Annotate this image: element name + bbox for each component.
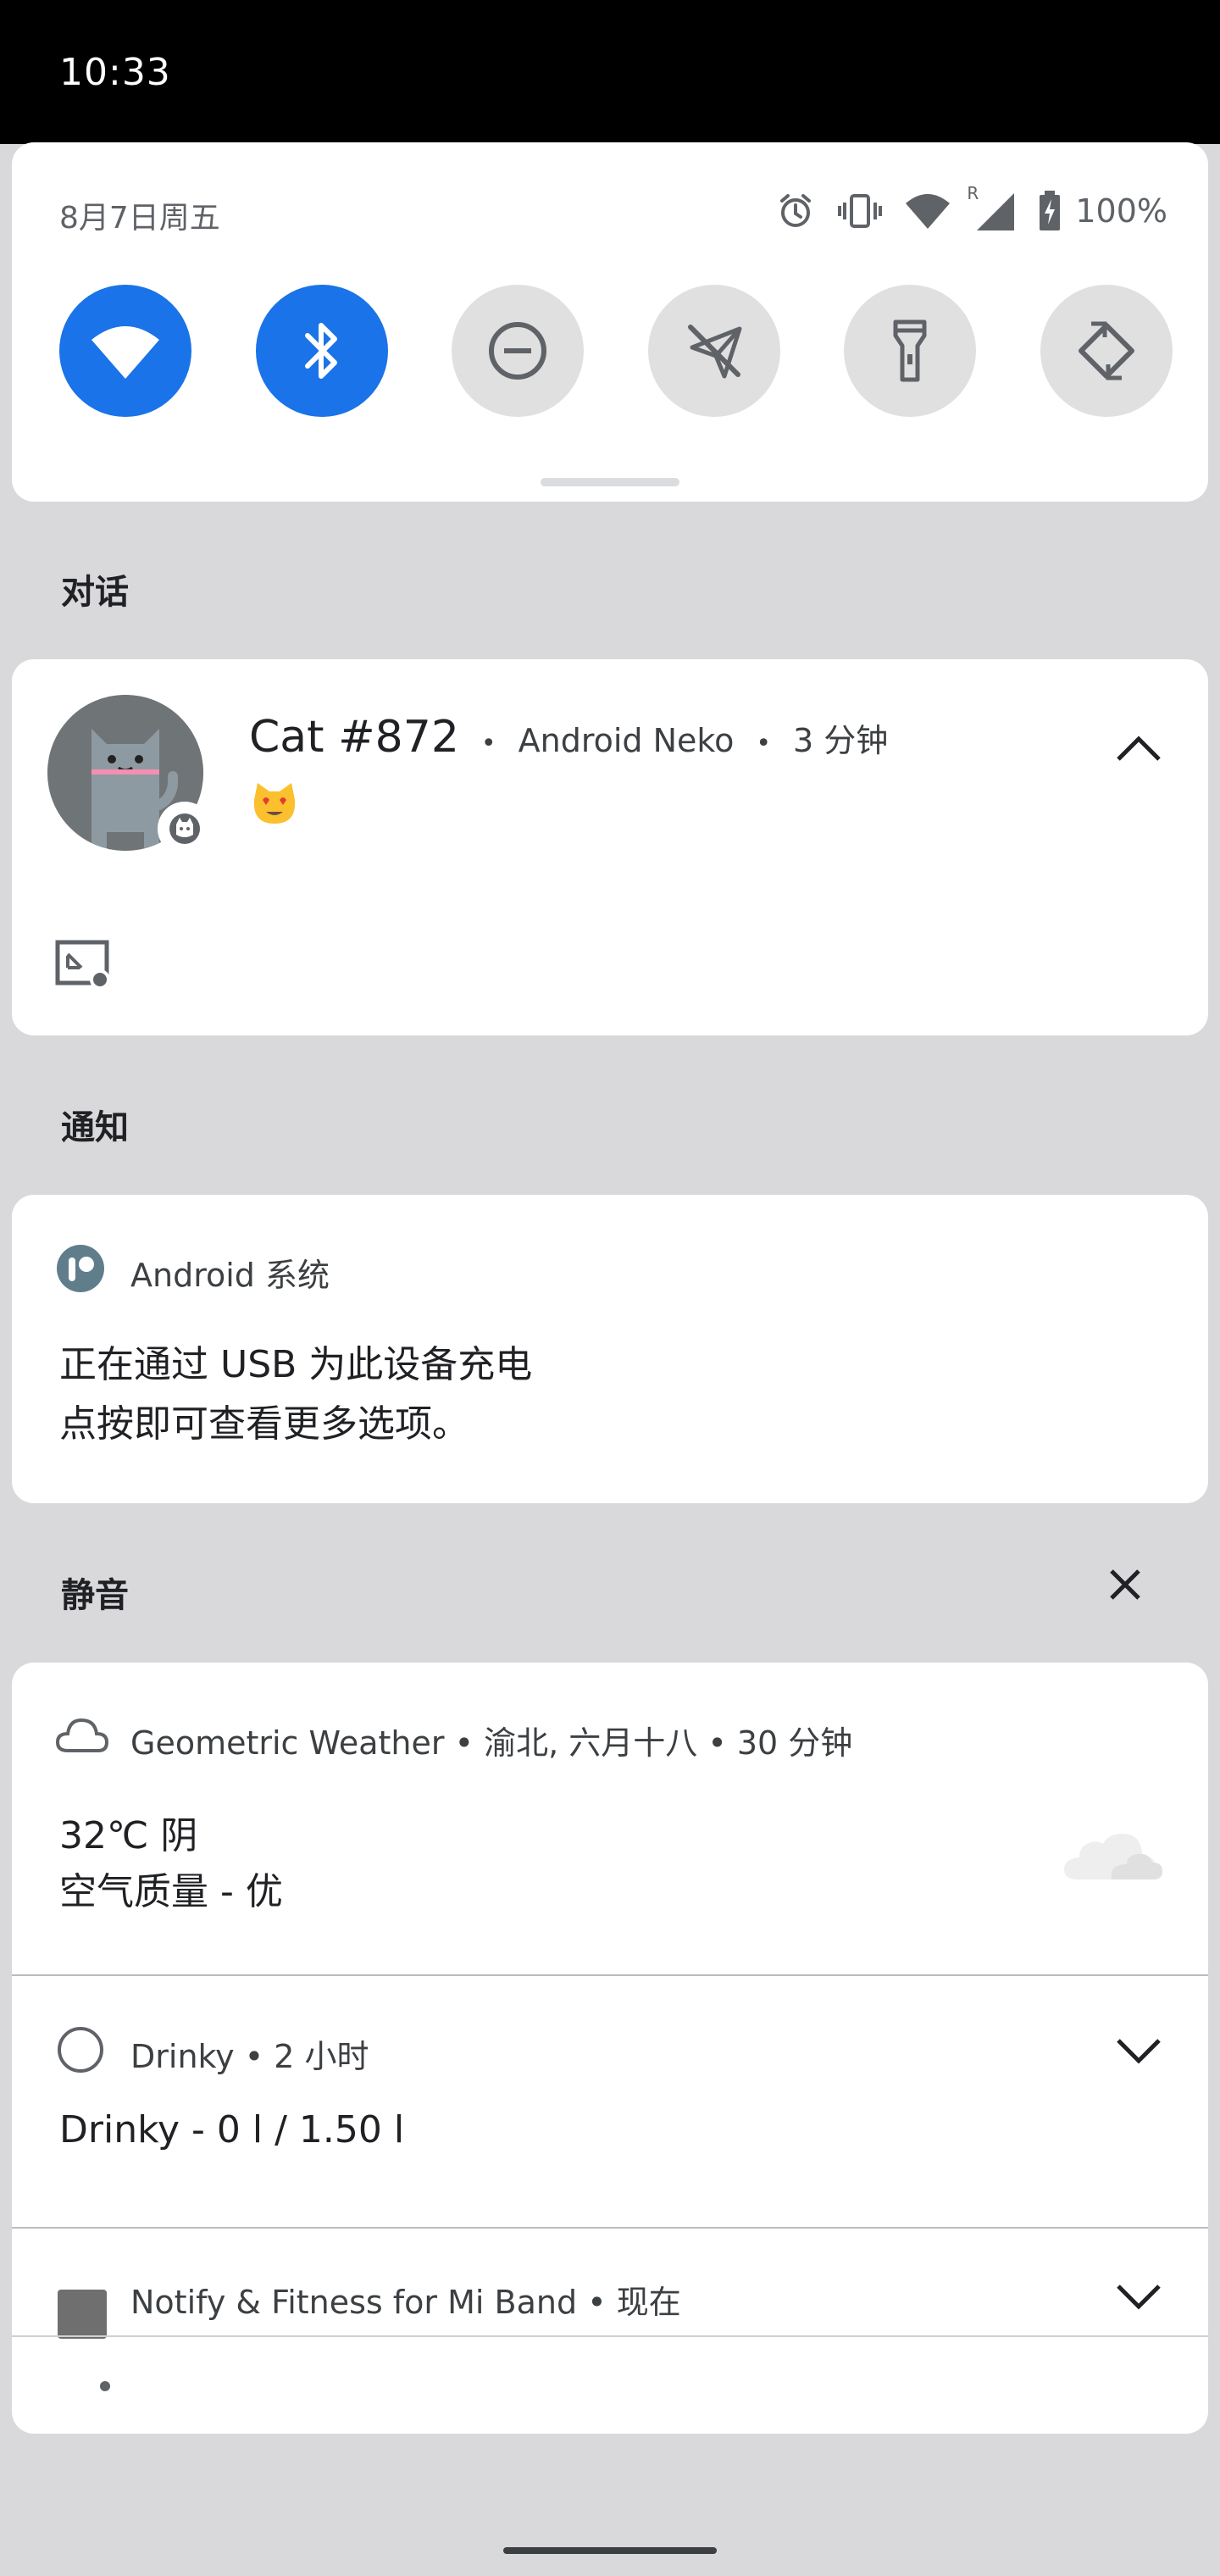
drinky-circle-icon [58,2027,103,2073]
cell-signal-icon: R [967,183,1016,232]
flashlight-tile[interactable] [844,285,977,417]
do-not-disturb-icon [489,322,547,380]
bluetooth-tile[interactable] [255,285,388,417]
drinky-notification[interactable]: Drinky • 2 小时 Drinky - 0 l / 1.50 l [12,1976,1208,2227]
app-badge [158,802,212,856]
bluetooth-icon [304,323,337,379]
cloud-icon [56,1718,108,1752]
system-notification-app: Android 系统 [130,1257,330,1294]
divider [12,2335,1208,2337]
open-bubble-icon[interactable] [54,939,114,990]
system-notification-title: 正在通过 USB 为此设备充电 [59,1343,533,1386]
status-time: 10:33 [59,51,171,94]
battery-charging-icon [1040,191,1061,230]
weather-notification-title: 32℃ 阴 [59,1814,198,1857]
battery-percentage: 100% [1075,192,1167,230]
alarm-icon [780,194,812,227]
miband-notification[interactable]: Notify & Fitness for Mi Band • 现在 [12,2229,1208,2434]
wifi-tile[interactable] [59,285,191,417]
conversation-title: Cat #872 [249,712,459,763]
heart-eyes-cat-emoji [251,780,298,830]
conversation-notification[interactable]: Cat #872 • Android Neko • 3 分钟 [12,659,1208,1035]
clear-silent-icon[interactable] [1106,1566,1144,1603]
gesture-nav-handle[interactable] [503,2547,717,2554]
airplane-mode-tile[interactable] [647,285,780,417]
panel-drag-handle[interactable] [541,478,679,486]
conversation-app: Android Neko [518,722,735,759]
weather-notification-header: Geometric Weather • 渝北, 六月十八 • 30 分钟 [130,1724,853,1762]
system-notification[interactable]: Android 系统 正在通过 USB 为此设备充电 点按即可查看更多选项。 [12,1195,1208,1503]
do-not-disturb-tile[interactable] [452,285,585,417]
system-icons: R 100% [775,183,1167,232]
airplane-off-icon [687,325,742,379]
collapse-chevron-icon[interactable] [1115,732,1162,763]
conversation-header: Cat #872 • Android Neko • 3 分钟 [249,712,888,763]
quick-settings-panel: 8月7日周五 R 100% [12,142,1208,502]
miband-notification-header: Notify & Fitness for Mi Band • 现在 [130,2284,681,2321]
miband-app-icon [58,2290,107,2339]
auto-rotate-tile[interactable] [1040,285,1173,417]
neko-badge-icon [169,813,200,844]
vibrate-icon [838,194,883,228]
weather-notification-text: 空气质量 - 优 [59,1870,283,1913]
quick-settings-tiles [59,285,1173,417]
separator-dot: • [756,729,772,758]
section-silent: 静音 [61,1576,129,1615]
wifi-status-icon [906,194,951,229]
roaming-label: R [967,183,979,203]
flashlight-icon [893,319,927,382]
status-bar: 10:33 [0,0,1220,144]
silent-notifications-group: Geometric Weather • 渝北, 六月十八 • 30 分钟 32℃… [12,1663,1208,2434]
auto-rotate-icon [1078,321,1134,380]
section-notifications: 通知 [61,1108,129,1147]
drinky-notification-title: Drinky - 0 l / 1.50 l [59,2108,405,2151]
page-dot [100,2381,110,2391]
wifi-icon [92,326,159,379]
weather-cloud-image [1064,1834,1162,1879]
separator-dot: • [480,729,496,758]
conversation-time: 3 分钟 [793,722,889,759]
system-notification-text: 点按即可查看更多选项。 [59,1402,469,1446]
drinky-notification-header: Drinky • 2 小时 [130,2038,369,2075]
weather-notification[interactable]: Geometric Weather • 渝北, 六月十八 • 30 分钟 32℃… [12,1663,1208,1976]
android-system-icon [57,1245,104,1292]
expand-chevron-icon[interactable] [1115,2283,1162,2313]
expand-chevron-icon[interactable] [1115,2037,1162,2068]
qs-date[interactable]: 8月7日周五 [59,193,220,237]
section-conversations: 对话 [61,573,129,612]
